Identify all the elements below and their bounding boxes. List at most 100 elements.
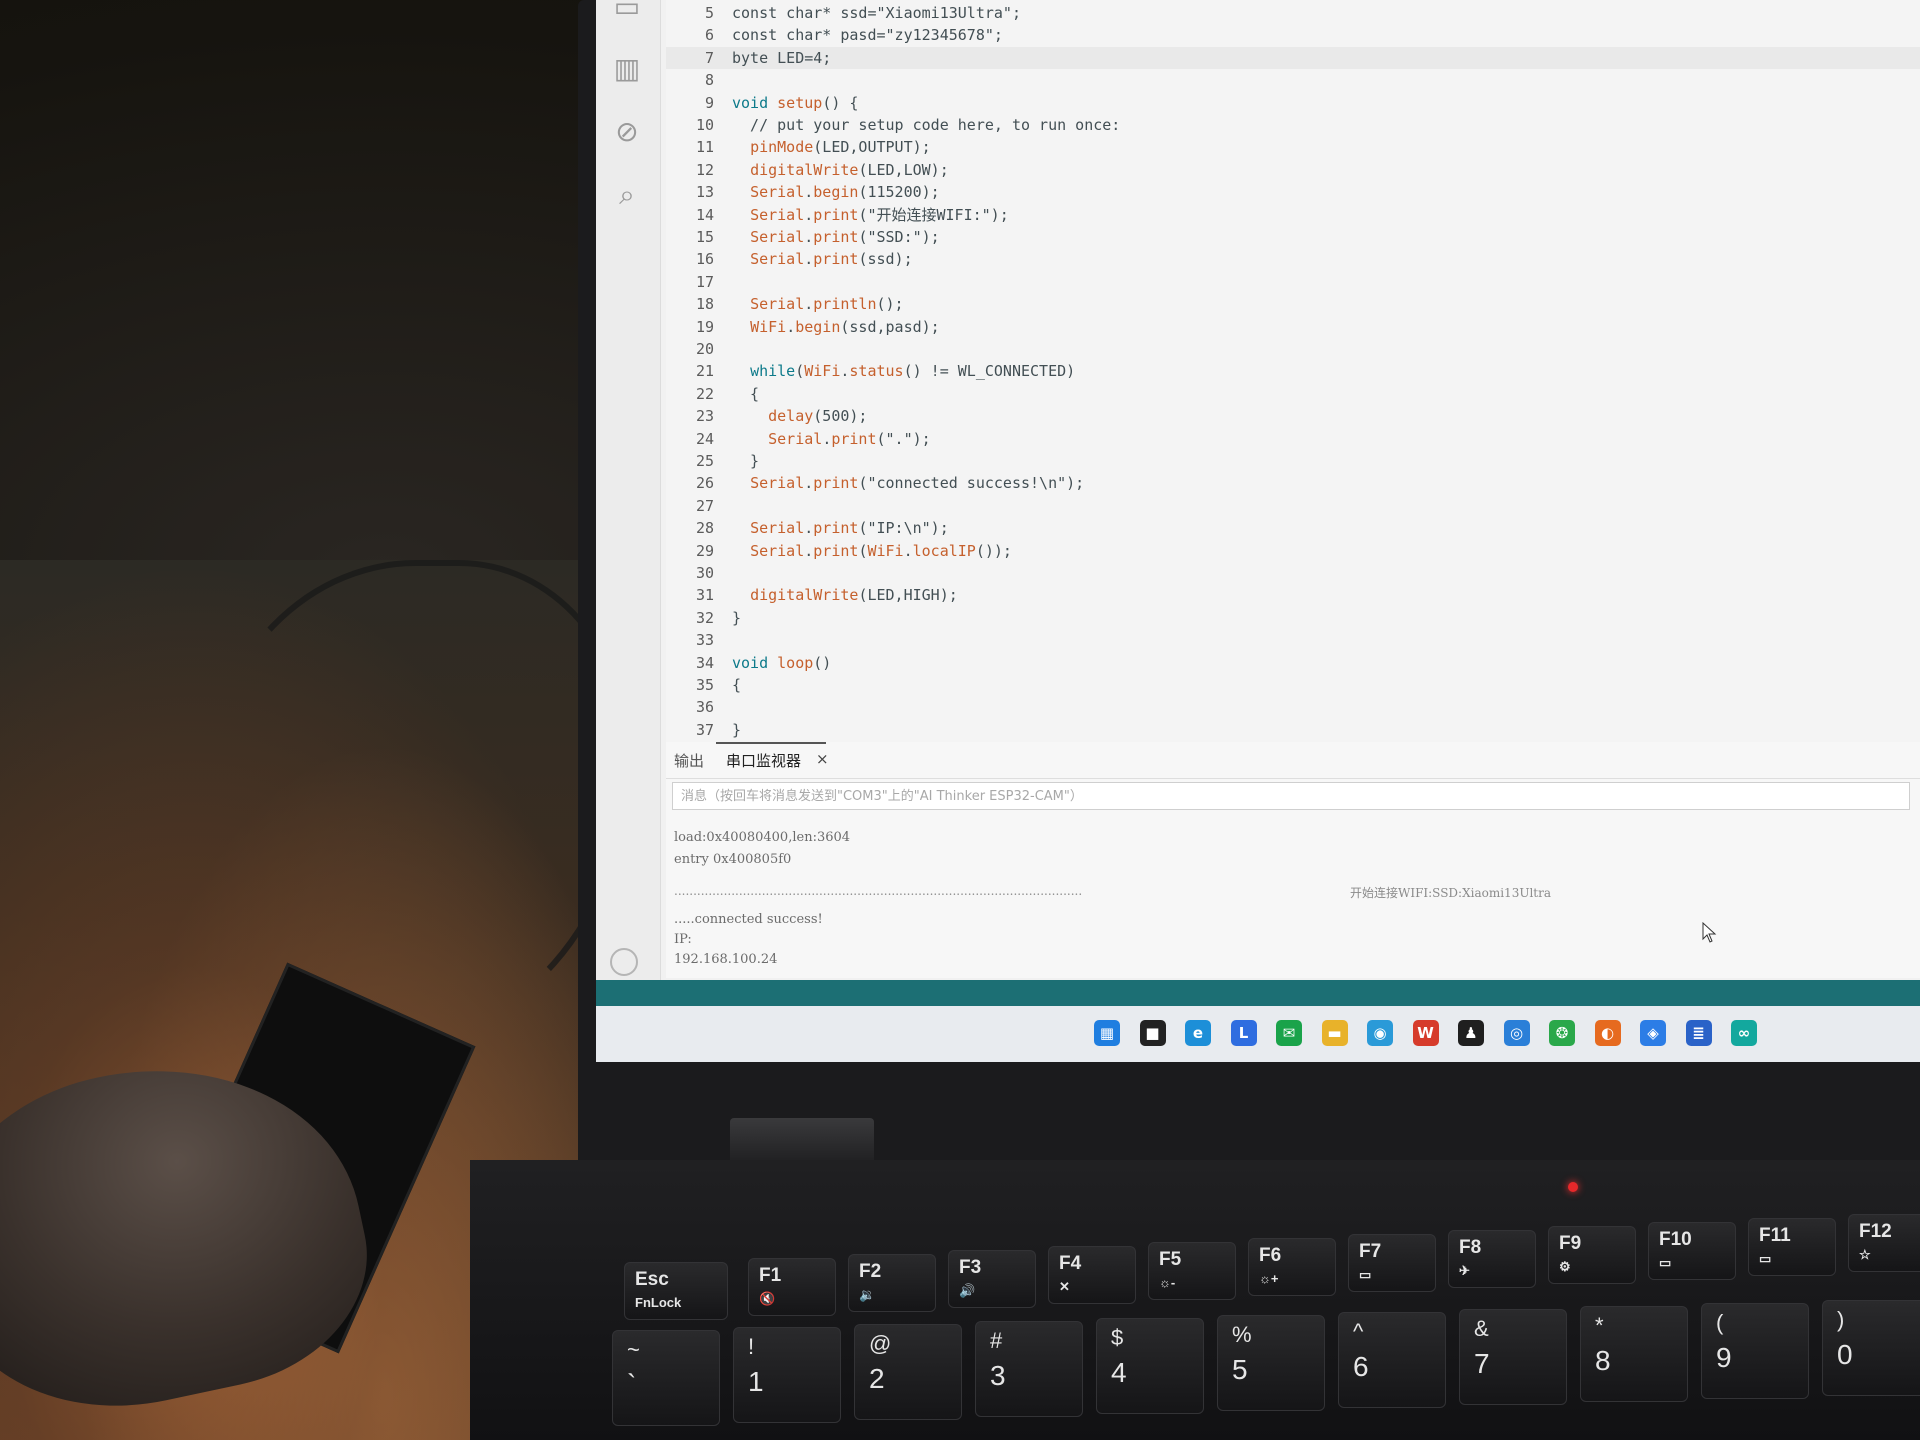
line-number: 20: [695, 340, 714, 358]
key-f1[interactable]: F1 🔇: [748, 1258, 836, 1316]
line-code: Serial.print("SSD:");: [732, 226, 940, 248]
edge-browser-icon[interactable]: e: [1185, 1020, 1211, 1046]
code-line[interactable]: 6 const char* pasd="zy12345678";: [666, 24, 1920, 46]
code-line[interactable]: 14 Serial.print("开始连接WIFI:");: [666, 204, 1920, 226]
key-8[interactable]: * 8: [1580, 1306, 1688, 1402]
code-line[interactable]: 22 {: [666, 383, 1920, 405]
browser-icon[interactable]: ◉: [1367, 1020, 1393, 1046]
serial-line-ip-label: IP:: [674, 932, 692, 947]
account-icon[interactable]: [610, 948, 638, 976]
code-line[interactable]: 36: [666, 696, 1920, 718]
code-line[interactable]: 31 digitalWrite(LED,HIGH);: [666, 584, 1920, 606]
code-token: ("SSD:");: [858, 228, 940, 246]
key-label: F7: [1359, 1241, 1382, 1262]
key-7[interactable]: & 7: [1459, 1309, 1567, 1405]
notepad-icon[interactable]: ≣: [1685, 1020, 1712, 1046]
wechat-mail-icon[interactable]: ✉: [1276, 1020, 1302, 1046]
close-tab-icon[interactable]: ×: [816, 750, 829, 768]
debug-icon[interactable]: ⊘: [610, 115, 644, 149]
key-f11[interactable]: F11 ▭: [1748, 1218, 1836, 1276]
code-line[interactable]: 23 delay(500);: [666, 405, 1920, 427]
board-manager-icon[interactable]: ▭: [610, 0, 644, 24]
code-line[interactable]: 34 void loop(): [666, 652, 1920, 674]
key-esc[interactable]: Esc FnLock: [624, 1262, 728, 1320]
arduino-ide-icon[interactable]: ∞: [1731, 1020, 1757, 1046]
code-line[interactable]: 15 Serial.print("SSD:");: [666, 226, 1920, 248]
serial-line-load: load:0x40080400,len:3604: [674, 830, 851, 845]
key-sublabel: FnLock: [635, 1295, 682, 1310]
line-number: 17: [695, 272, 714, 291]
qq-icon[interactable]: ♟: [1458, 1020, 1484, 1046]
search-app-icon[interactable]: ◎: [1503, 1020, 1530, 1046]
key-4[interactable]: $4: [1096, 1318, 1204, 1414]
app-blue-icon[interactable]: L: [1230, 1020, 1257, 1046]
key-f2[interactable]: F2 🔉: [848, 1254, 936, 1312]
library-icon[interactable]: ▥: [610, 52, 644, 86]
code-line[interactable]: 26 Serial.print("connected success!\n");: [666, 472, 1920, 494]
code-line[interactable]: 25 }: [666, 450, 1920, 472]
firefox-icon[interactable]: ◐: [1594, 1020, 1621, 1046]
ide-side-rail: ▭ ▥ ⊘ ⌕: [596, 0, 661, 980]
tab-serial-monitor[interactable]: 串口监视器: [726, 750, 801, 771]
code-line[interactable]: 30: [666, 562, 1920, 584]
code-editor[interactable]: 5 const char* ssd="Xiaomi13Ultra"; 6 const …: [666, 0, 1920, 743]
code-token: () != WL_CONNECTED): [903, 362, 1076, 381]
key-f12[interactable]: F12 ☆: [1848, 1214, 1920, 1272]
code-line[interactable]: 16 Serial.print(ssd);: [666, 248, 1920, 270]
code-line[interactable]: 12 digitalWrite(LED,LOW);: [666, 159, 1920, 181]
code-line[interactable]: 20: [666, 338, 1920, 360]
task-view-icon[interactable]: ■: [1139, 1020, 1166, 1046]
key-f8[interactable]: F8 ✈: [1448, 1230, 1536, 1288]
key-`[interactable]: ~ `: [612, 1330, 720, 1426]
code-line[interactable]: 32}: [666, 607, 1920, 629]
key-3[interactable]: #3: [975, 1321, 1083, 1417]
key-1[interactable]: ! 1: [733, 1327, 841, 1423]
key-f9[interactable]: F9 ⚙: [1548, 1226, 1636, 1284]
code-token: (ssd);: [858, 250, 913, 269]
code-line[interactable]: 37}: [666, 719, 1920, 741]
key-9[interactable]: (9: [1701, 1303, 1809, 1399]
code-line[interactable]: 21 while(WiFi.status() != WL_CONNECTED): [666, 360, 1920, 382]
search-icon[interactable]: ⌕: [610, 178, 644, 212]
code-line[interactable]: 13 Serial.begin(115200);: [666, 181, 1920, 203]
line-number: 16: [695, 250, 714, 269]
code-line[interactable]: 11 pinMode(LED,OUTPUT);: [666, 136, 1920, 158]
code-line[interactable]: 10 // put your setup code here, to run o…: [666, 114, 1920, 136]
wechat-icon[interactable]: ❂: [1549, 1020, 1575, 1046]
code-line[interactable]: 9 void setup() {: [666, 92, 1920, 114]
key-f3[interactable]: F3 🔊: [948, 1250, 1036, 1308]
code-line[interactable]: 18 Serial.println();: [666, 293, 1920, 315]
key-f6[interactable]: F6 ☼+: [1248, 1238, 1336, 1296]
code-line[interactable]: 8: [666, 69, 1920, 91]
code-line[interactable]: 28 Serial.print("IP:\n");: [666, 517, 1920, 539]
code-line[interactable]: 7 byte LED=4;: [666, 46, 1920, 69]
serial-message-input[interactable]: [672, 782, 1910, 810]
code-line[interactable]: 29 Serial.print(WiFi.localIP());: [666, 540, 1920, 562]
file-explorer-icon[interactable]: ▬: [1321, 1020, 1348, 1046]
key-f7[interactable]: F7 ▭: [1348, 1234, 1436, 1292]
key-0[interactable]: ) 0: [1822, 1300, 1920, 1396]
code-line[interactable]: 33: [666, 629, 1920, 651]
code-line[interactable]: 24 Serial.print(".");: [666, 428, 1920, 450]
code-line[interactable]: 17: [666, 271, 1920, 293]
code-line[interactable]: 19 WiFi.begin(ssd,pasd);: [666, 316, 1920, 338]
code-token: setup: [777, 93, 823, 112]
code-token: const char* pasd="zy12345678";: [732, 26, 1003, 45]
tab-output[interactable]: 输出: [674, 750, 704, 771]
code-line[interactable]: 27: [666, 495, 1920, 517]
store-icon[interactable]: ◈: [1640, 1020, 1666, 1046]
key-f10[interactable]: F10 ▭: [1648, 1222, 1736, 1280]
line-code: digitalWrite(LED,LOW);: [732, 159, 949, 181]
code-line[interactable]: 5 const char* ssd="Xiaomi13Ultra";: [666, 2, 1920, 24]
wps-office-icon[interactable]: W: [1412, 1020, 1439, 1046]
windows-start-icon[interactable]: ▦: [1094, 1020, 1120, 1046]
key-5[interactable]: % 5: [1217, 1315, 1325, 1411]
key-2[interactable]: @2: [854, 1324, 962, 1420]
power-indicator-led: [1568, 1182, 1578, 1192]
key-f4[interactable]: F4 ✕: [1048, 1246, 1136, 1304]
key-6[interactable]: ^ 6: [1338, 1312, 1446, 1408]
code-line[interactable]: 35 {: [666, 674, 1920, 696]
key-f5[interactable]: F5 ☼-: [1148, 1242, 1236, 1300]
key-symbol: *: [1595, 1313, 1604, 1338]
